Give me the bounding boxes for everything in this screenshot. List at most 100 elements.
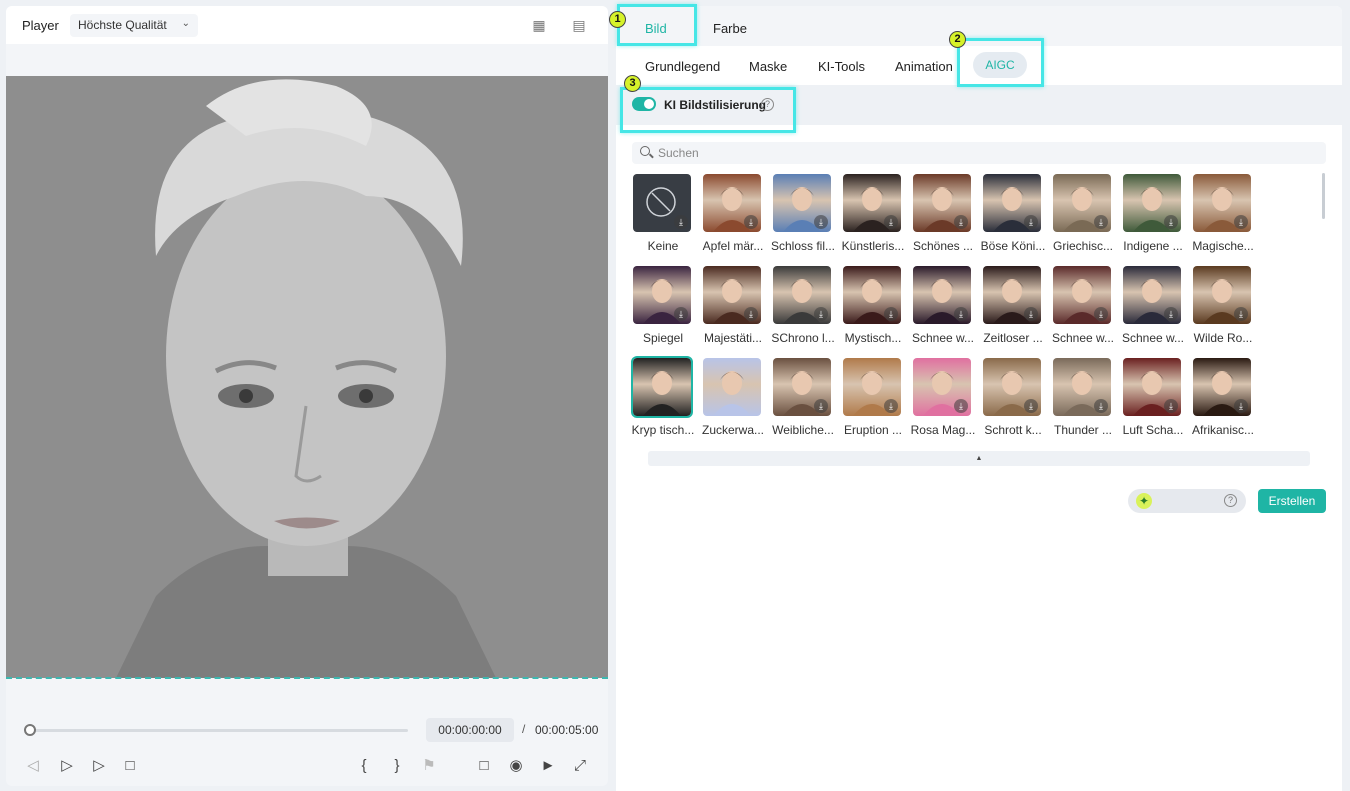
download-icon[interactable]: ⤓ <box>884 307 898 321</box>
download-icon[interactable]: ⤓ <box>744 307 758 321</box>
download-icon[interactable]: ⤓ <box>1094 399 1108 413</box>
stop-icon[interactable]: □ <box>119 756 141 776</box>
style-grid-scrollbar[interactable] <box>1322 173 1325 219</box>
style-item[interactable]: ⤓ Luft Scha... <box>1118 358 1188 444</box>
download-icon[interactable]: ⤓ <box>954 399 968 413</box>
marker-icon[interactable]: ⚑ <box>418 756 440 776</box>
download-icon[interactable]: ⤓ <box>814 399 828 413</box>
style-name: SChrono l... <box>771 331 835 345</box>
prompt-help-icon[interactable]: ? <box>1224 494 1237 507</box>
style-item[interactable]: ⤓ Afrikanisc... <box>1188 358 1258 444</box>
style-item[interactable]: ⤓ Schrott k... <box>978 358 1048 444</box>
download-icon[interactable]: ⤓ <box>1094 215 1108 229</box>
download-icon[interactable]: ⤓ <box>1024 307 1038 321</box>
style-thumbnail: ⤓ <box>1053 358 1111 416</box>
volume-icon[interactable]: ► <box>537 756 559 776</box>
playback-progress-knob[interactable] <box>24 724 36 736</box>
download-icon[interactable]: ⤓ <box>1234 215 1248 229</box>
annotation-box-2 <box>957 38 1044 87</box>
play-frame-icon[interactable]: ▷ <box>56 756 78 776</box>
camera-icon[interactable]: ◉ <box>505 756 527 776</box>
style-thumbnail: ⤓ <box>703 174 761 232</box>
style-item[interactable]: Zuckerwa... <box>698 358 768 444</box>
monitor-icon[interactable]: □ <box>473 756 495 776</box>
download-icon[interactable]: ⤓ <box>1024 399 1038 413</box>
create-button[interactable]: Erstellen <box>1258 489 1326 513</box>
style-item[interactable]: ⤓ SChrono l... <box>768 266 838 352</box>
download-icon[interactable]: ⤓ <box>814 307 828 321</box>
style-name: Keine <box>647 239 679 253</box>
style-thumbnail: ⤓ <box>983 174 1041 232</box>
player-panel: Player Höchste Qualität ⌄ ▦ ▤ 00:00:00:0… <box>6 6 608 786</box>
style-item[interactable]: ⤓ Schnee w... <box>1048 266 1118 352</box>
current-time[interactable]: 00:00:00:00 <box>426 718 514 742</box>
style-item[interactable]: Kryp tisch... <box>628 356 698 444</box>
style-name: Weibliche... <box>772 423 834 437</box>
tab-farbe[interactable]: Farbe <box>713 21 747 36</box>
fullscreen-icon[interactable]: ⤢ <box>569 756 591 776</box>
style-item[interactable]: ⤓ Mystisch... <box>838 266 908 352</box>
collapse-button[interactable]: ▲ <box>648 451 1310 466</box>
style-thumbnail: ⤓ <box>983 266 1041 324</box>
download-icon[interactable]: ⤓ <box>814 215 828 229</box>
style-item[interactable]: ⤓ Spiegel <box>628 266 698 352</box>
style-item[interactable]: ⤓ Schnee w... <box>908 266 978 352</box>
style-thumbnail: ⤓ <box>983 358 1041 416</box>
style-item[interactable]: ⤓ Majestäti... <box>698 266 768 352</box>
style-thumbnail: ⤓ <box>1123 266 1181 324</box>
download-icon[interactable]: ⤓ <box>884 215 898 229</box>
download-icon[interactable]: ⤓ <box>1094 307 1108 321</box>
play-icon[interactable]: ▷ <box>88 756 110 776</box>
prev-frame-icon[interactable]: ◁ <box>22 756 44 776</box>
player-toolbar: Player Höchste Qualität ⌄ ▦ ▤ <box>6 6 608 44</box>
style-name: Schönes ... <box>912 239 974 253</box>
download-icon[interactable]: ⤓ <box>1164 215 1178 229</box>
grid-view-icon[interactable]: ▦ <box>529 17 549 33</box>
style-item[interactable]: ⤓ Wilde Ro... <box>1188 266 1258 352</box>
download-icon[interactable]: ⤓ <box>1234 399 1248 413</box>
download-icon[interactable]: ⤓ <box>744 215 758 229</box>
prompt-pill[interactable]: ✦ ? <box>1128 489 1246 513</box>
style-thumbnail: ⤓ <box>913 266 971 324</box>
download-icon[interactable]: ⤓ <box>954 307 968 321</box>
style-thumbnail: ⤓ <box>913 358 971 416</box>
style-item[interactable]: ⤓ Weibliche... <box>768 358 838 444</box>
mark-out-icon[interactable]: } <box>386 756 408 776</box>
style-thumbnail <box>703 358 761 416</box>
style-item[interactable]: ⤓ Thunder ... <box>1048 358 1118 444</box>
download-icon[interactable]: ⤓ <box>674 215 688 229</box>
style-item[interactable]: ⤓ Magische... <box>1188 174 1258 260</box>
style-name: Wilde Ro... <box>1193 331 1253 345</box>
search-bar <box>632 142 1326 164</box>
download-icon[interactable]: ⤓ <box>1164 399 1178 413</box>
playback-progress-track[interactable] <box>30 729 408 732</box>
style-item[interactable]: ⤓ Indigene ... <box>1118 174 1188 260</box>
annotation-badge-3: 3 <box>624 75 641 92</box>
download-icon[interactable]: ⤓ <box>954 215 968 229</box>
style-item[interactable]: ⤓ Schnee w... <box>1118 266 1188 352</box>
download-icon[interactable]: ⤓ <box>884 399 898 413</box>
style-item[interactable]: ⤓ Zeitloser ... <box>978 266 1048 352</box>
style-item[interactable]: ⤓ Eruption ... <box>838 358 908 444</box>
download-icon[interactable]: ⤓ <box>674 307 688 321</box>
tab-grundlegend[interactable]: Grundlegend <box>645 59 720 74</box>
style-item[interactable]: ⤓ Böse Köni... <box>978 174 1048 260</box>
tab-ki-tools[interactable]: KI-Tools <box>818 59 865 74</box>
style-item[interactable]: ⤓ Schloss fil... <box>768 174 838 260</box>
style-item[interactable]: ⤓ Rosa Mag... <box>908 358 978 444</box>
download-icon[interactable]: ⤓ <box>1024 215 1038 229</box>
quality-select[interactable]: Höchste Qualität ⌄ <box>70 14 198 37</box>
style-item[interactable]: ⤓ Künstleris... <box>838 174 908 260</box>
tab-animation[interactable]: Animation <box>895 59 953 74</box>
video-preview <box>6 76 608 678</box>
download-icon[interactable]: ⤓ <box>1164 307 1178 321</box>
mark-in-icon[interactable]: { <box>353 756 375 776</box>
style-item[interactable]: ⤓ Keine <box>628 174 698 260</box>
style-item[interactable]: ⤓ Griechisc... <box>1048 174 1118 260</box>
waveform-icon[interactable]: ▤ <box>569 17 589 33</box>
tab-maske[interactable]: Maske <box>749 59 787 74</box>
style-item[interactable]: ⤓ Apfel mär... <box>698 174 768 260</box>
style-item[interactable]: ⤓ Schönes ... <box>908 174 978 260</box>
download-icon[interactable]: ⤓ <box>1234 307 1248 321</box>
search-input[interactable] <box>658 142 1258 164</box>
